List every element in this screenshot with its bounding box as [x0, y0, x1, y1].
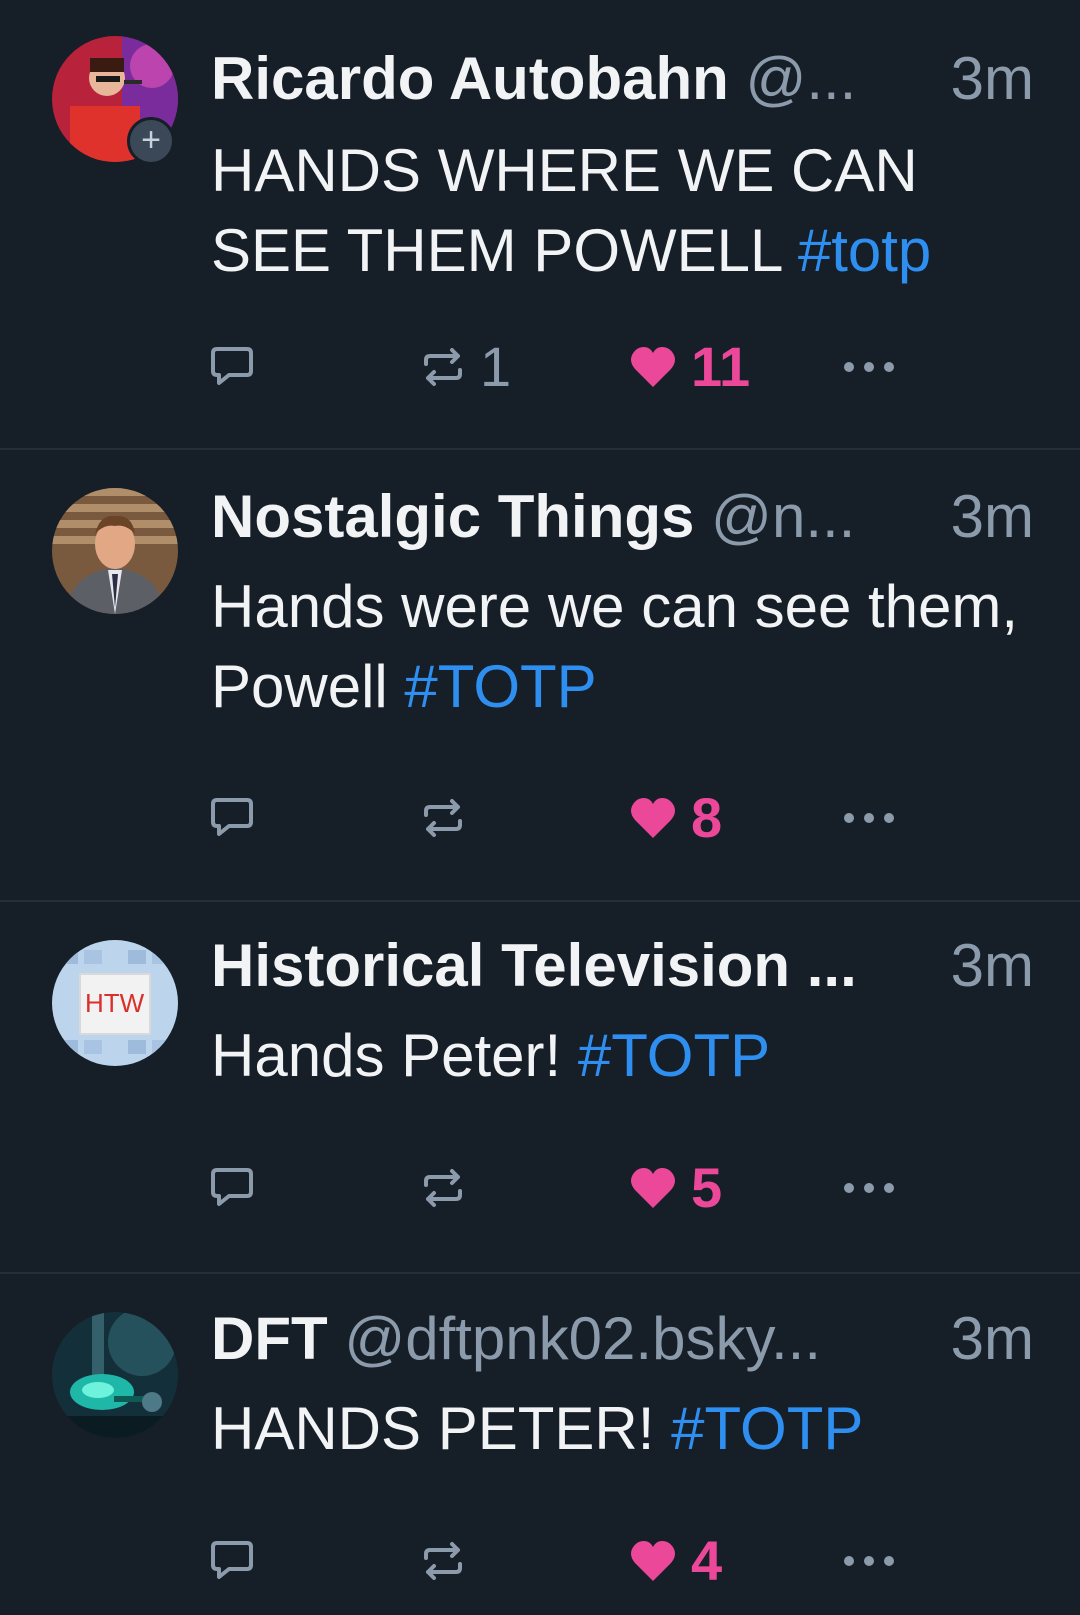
more-dots-icon — [844, 1183, 894, 1193]
more-dots-icon — [844, 1556, 894, 1566]
post-actions: 5 — [0, 1158, 1080, 1218]
user-handle[interactable]: @... — [745, 45, 856, 112]
repost-count: 1 — [480, 335, 512, 398]
reply-icon — [211, 1168, 253, 1206]
user-handle[interactable]: @n... — [711, 483, 855, 550]
post-item[interactable]: DFT @dftpnk02.bsky... 3m HANDS PETER! #T… — [0, 1272, 1080, 1615]
repost-button[interactable] — [420, 1158, 480, 1218]
avatar[interactable]: HTW — [52, 940, 178, 1066]
display-name[interactable]: Ricardo Autobahn — [211, 45, 729, 112]
heart-icon — [631, 798, 675, 838]
avatar-man-in-suit-icon — [52, 488, 178, 614]
more-options-button[interactable] — [843, 788, 895, 848]
like-count: 8 — [691, 786, 723, 849]
post-body: Hands were we can see them, Powell — [211, 573, 1019, 720]
post-header: Historical Television ... 3m — [211, 930, 1034, 1002]
post-text: Hands Peter! #TOTP — [211, 1016, 1041, 1096]
more-options-button[interactable] — [843, 337, 895, 397]
user-handle[interactable]: @dftpnk02.bsky... — [344, 1305, 821, 1372]
display-name[interactable]: Historical Television ... — [211, 932, 857, 999]
post-header: Nostalgic Things @n... 3m — [211, 481, 1034, 553]
reply-button[interactable] — [209, 788, 255, 848]
repost-icon — [424, 799, 462, 837]
hashtag-link[interactable]: #TOTP — [671, 1395, 863, 1462]
reply-icon — [211, 1541, 253, 1579]
repost-icon — [424, 348, 462, 386]
post-header: Ricardo Autobahn @... 3m — [211, 43, 1034, 115]
post-time: 3m — [950, 45, 1034, 112]
post-time: 3m — [950, 483, 1034, 550]
reply-icon — [211, 347, 253, 385]
avatar[interactable] — [52, 1312, 178, 1438]
like-count: 11 — [691, 335, 751, 398]
reply-button[interactable] — [209, 1531, 255, 1591]
post-item[interactable]: HTW Historical Television ... 3m Hands P… — [0, 900, 1080, 1272]
avatar-teal-scene-icon — [52, 1312, 178, 1438]
more-dots-icon — [844, 362, 894, 372]
post-text: HANDS WHERE WE CAN SEE THEM POWELL #totp — [211, 131, 1041, 291]
hashtag-link[interactable]: #TOTP — [578, 1022, 770, 1089]
post-text: HANDS PETER! #TOTP — [211, 1389, 1041, 1469]
more-options-button[interactable] — [843, 1158, 895, 1218]
hashtag-link[interactable]: #TOTP — [404, 653, 596, 720]
avatar[interactable] — [52, 488, 178, 614]
post-body: HANDS PETER! — [211, 1395, 655, 1462]
heart-icon — [631, 347, 675, 387]
repost-button[interactable]: 1 — [420, 337, 511, 397]
follow-badge[interactable]: + — [127, 117, 175, 165]
post-feed: + Ricardo Autobahn @... 3m HANDS WHERE W… — [0, 0, 1080, 1615]
post-actions: 4 — [0, 1531, 1080, 1591]
like-button[interactable]: 11 — [629, 337, 750, 397]
heart-icon — [631, 1168, 675, 1208]
like-count: 5 — [691, 1156, 723, 1219]
post-header: DFT @dftpnk02.bsky... 3m — [211, 1303, 1034, 1375]
reply-button[interactable] — [209, 1158, 255, 1218]
reply-button[interactable] — [209, 337, 255, 397]
post-item[interactable]: Nostalgic Things @n... 3m Hands were we … — [0, 448, 1080, 900]
like-button[interactable]: 4 — [629, 1531, 722, 1591]
post-body: Hands Peter! — [211, 1022, 562, 1089]
repost-button[interactable] — [420, 788, 480, 848]
reply-icon — [211, 798, 253, 836]
post-actions: 8 — [0, 788, 1080, 848]
post-actions: 1 11 — [0, 337, 1080, 397]
svg-text:HTW: HTW — [85, 988, 145, 1018]
post-item[interactable]: + Ricardo Autobahn @... 3m HANDS WHERE W… — [0, 0, 1080, 448]
hashtag-link[interactable]: #totp — [798, 217, 931, 284]
post-text: Hands were we can see them, Powell #TOTP — [211, 567, 1041, 727]
post-time: 3m — [950, 1305, 1034, 1372]
avatar-htw-logo-icon: HTW — [52, 940, 178, 1066]
post-time: 3m — [950, 932, 1034, 999]
heart-icon — [631, 1541, 675, 1581]
more-dots-icon — [844, 813, 894, 823]
display-name[interactable]: DFT — [211, 1305, 328, 1372]
like-button[interactable]: 5 — [629, 1158, 722, 1218]
repost-icon — [424, 1169, 462, 1207]
repost-button[interactable] — [420, 1531, 480, 1591]
display-name[interactable]: Nostalgic Things — [211, 483, 694, 550]
like-count: 4 — [691, 1529, 723, 1592]
like-button[interactable]: 8 — [629, 788, 722, 848]
more-options-button[interactable] — [843, 1531, 895, 1591]
repost-icon — [424, 1542, 462, 1580]
